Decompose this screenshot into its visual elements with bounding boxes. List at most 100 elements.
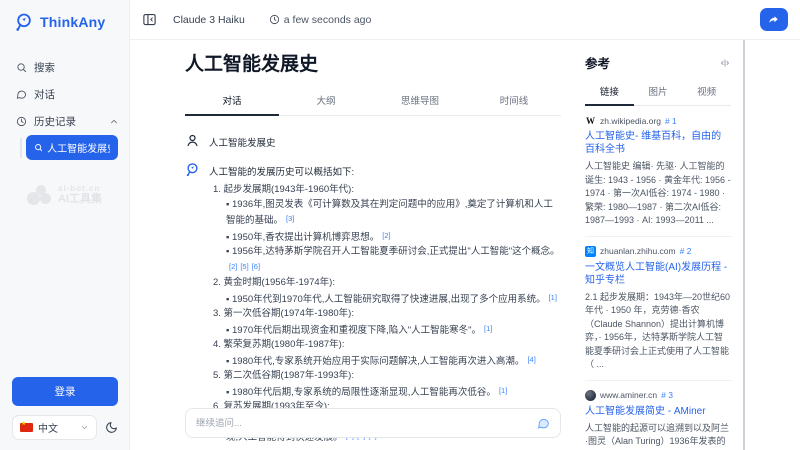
sidebar-item-label: 搜索	[34, 60, 55, 75]
sidebar-item-search[interactable]: 搜索	[0, 54, 129, 81]
user-message-text: 人工智能发展史	[209, 133, 276, 149]
phase-title: 2. 黄金时期(1956年-1974年):	[213, 276, 561, 291]
citation-link[interactable]: [1]	[484, 324, 492, 333]
reference-item[interactable]: 知 zhuanlan.zhihu.com # 2 一文概览人工智能(AI)发展历程 -…	[585, 237, 731, 381]
reference-item[interactable]: www.aminer.cn# 3 人工智能发展简史 - AMiner 人工智能的起源…	[585, 381, 731, 450]
citation-link[interactable]: [2]	[229, 262, 237, 271]
tab-chat[interactable]: 对话	[185, 88, 279, 116]
reference-source-row: 知 zhuanlan.zhihu.com # 2	[585, 246, 731, 257]
references-panel: 参考 链接 图片 视频 Wzh.wikipedia.org# 1人工智能史- 维…	[575, 40, 745, 450]
point-text: 1980年代后期,专家系统的局限性逐渐显现,人工智能再次低谷。	[232, 387, 496, 398]
sidebar-item-chat[interactable]: 对话	[0, 81, 129, 108]
phase-point: 1980年代,专家系统开始应用于实际问题解决,人工智能再次进入高潮。[4]	[226, 353, 561, 370]
watermark-logo-icon	[27, 185, 53, 205]
tab-outline[interactable]: 大纲	[279, 88, 373, 116]
search-icon	[16, 62, 27, 73]
watermark-name: AI工具集	[58, 193, 102, 206]
share-button[interactable]	[760, 8, 788, 31]
user-message-row: 人工智能发展史	[185, 133, 561, 149]
brand-name: ThinkAny	[40, 14, 105, 30]
history-entry-row: 人工智能发展史	[0, 135, 129, 160]
reference-rank: # 1	[665, 116, 677, 126]
reference-rank: # 2	[680, 246, 692, 256]
phase-title: 5. 第二次低谷期(1987年-1993年):	[213, 369, 561, 384]
citation-link[interactable]: [4]	[527, 355, 535, 364]
tab-videos[interactable]: 视频	[682, 81, 731, 106]
sidebar-nav: 搜索 对话 历史记录 人工智能发展史	[0, 54, 129, 160]
reference-snippet: 人工智能的起源可以追溯到以及阿兰·图灵（Alan Turing）1936年发表的…	[585, 422, 731, 450]
tab-timeline[interactable]: 时间线	[467, 88, 561, 116]
tab-links[interactable]: 链接	[585, 81, 634, 106]
zhihu-favicon: 知	[585, 246, 596, 257]
phase-title: 4. 繁荣复苏期(1980年-1987年):	[213, 338, 561, 353]
point-text: 1956年,达特茅斯学院召开人工智能夏季研讨会,正式提出"人工智能"这个概念。	[232, 246, 560, 257]
phase-point: 1950年代到1970年代,人工智能研究取得了快速进展,出现了多个应用系统。[1…	[226, 291, 561, 308]
citation-link[interactable]: [2]	[382, 231, 390, 240]
thinkany-logo-icon	[14, 12, 34, 32]
chat-column: 人工智能发展史 对话 大纲 思维导图 时间线 人工智能发展史 人工智能的发展历史…	[185, 40, 561, 450]
citation-link[interactable]: [1]	[549, 293, 557, 302]
watermark-domain: ai-bot.cn	[58, 184, 102, 193]
citation-link[interactable]: [1]	[499, 386, 507, 395]
phase-point: 1980年代后期,专家系统的局限性逐渐显现,人工智能再次低谷。[1]	[226, 384, 561, 401]
dark-mode-toggle[interactable]	[105, 421, 118, 434]
citation-link[interactable]: [5]	[240, 262, 248, 271]
sidebar: ThinkAny 搜索 对话 历史记录	[0, 0, 130, 450]
reference-source-row: Wzh.wikipedia.org# 1	[585, 115, 731, 126]
chevron-down-icon	[80, 423, 89, 432]
reference-snippet: 人工智能史 编辑· 先驱· 人工智能的诞生: 1943 - 1956 · 黄金年…	[585, 160, 731, 228]
phase-points: 1950年代到1970年代,人工智能研究取得了快速进展,出现了多个应用系统。[1…	[226, 291, 561, 308]
tree-indent-line	[20, 138, 22, 158]
phase-points: 1980年代,专家系统开始应用于实际问题解决,人工智能再次进入高潮。[4]	[226, 353, 561, 370]
followup-input[interactable]	[196, 418, 537, 429]
history-entry-active[interactable]: 人工智能发展史	[26, 135, 118, 160]
phase-point: 1956年,达特茅斯学院召开人工智能夏季研讨会,正式提出"人工智能"这个概念。 […	[226, 245, 561, 276]
point-text: 1970年代后期出现资金和重视度下降,陷入"人工智能寒冬"。	[232, 325, 481, 336]
chat-icon	[16, 89, 27, 100]
phase-point: 1950年,香农提出计算机博弈思想。[2]	[226, 229, 561, 246]
phase-item: 2. 黄金时期(1956年-1974年):1950年代到1970年代,人工智能研…	[213, 276, 561, 307]
answer-intro: 人工智能的发展历史可以概括如下:	[209, 162, 354, 178]
phase-title: 3. 第一次低谷期(1974年-1980年):	[213, 307, 561, 322]
history-entry-label: 人工智能发展史	[47, 140, 110, 155]
reference-source-row: www.aminer.cn# 3	[585, 390, 731, 401]
timestamp: a few seconds ago	[284, 14, 372, 26]
language-label: 中文	[38, 420, 58, 435]
point-text: 1980年代,专家系统开始应用于实际问题解决,人工智能再次进入高潮。	[232, 356, 524, 367]
tab-mindmap[interactable]: 思维导图	[373, 88, 467, 116]
collapse-sidebar-icon[interactable]	[142, 12, 157, 27]
phase-title: 1. 起步发展期(1943年-1960年代):	[213, 183, 561, 198]
language-select[interactable]: 中文	[12, 415, 97, 440]
thinkany-ai-avatar-icon	[185, 162, 201, 177]
resize-panel-icon[interactable]	[719, 57, 731, 69]
reference-domain: zhuanlan.zhihu.com	[600, 246, 676, 256]
reference-item[interactable]: Wzh.wikipedia.org# 1 人工智能史- 维基百科，自由的百科全书人…	[585, 106, 731, 237]
reference-title-link[interactable]: 人工智能发展简史 - AMiner	[585, 405, 731, 418]
followup-input-box	[185, 408, 561, 438]
reference-domain: www.aminer.cn	[600, 390, 657, 400]
reference-title-link[interactable]: 一文概览人工智能(AI)发展历程 - 知乎专栏	[585, 261, 731, 287]
topbar: Claude 3 Haiku a few seconds ago	[130, 0, 800, 40]
reference-title-link[interactable]: 人工智能史- 维基百科，自由的百科全书	[585, 130, 731, 156]
thinkany-logo[interactable]: ThinkAny	[0, 0, 129, 32]
wikipedia-favicon: W	[585, 115, 596, 126]
phase-points: 1936年,图灵发表《可计算数及其在判定问题中的应用》,奠定了计算机和人工智能的…	[226, 198, 561, 277]
aminer-favicon	[585, 390, 596, 401]
phase-item: 4. 繁荣复苏期(1980年-1987年):1980年代,专家系统开始应用于实际…	[213, 338, 561, 369]
user-avatar-icon	[185, 133, 201, 148]
send-icon[interactable]	[537, 417, 550, 430]
sidebar-footer: 登录 中文	[0, 377, 130, 440]
sidebar-item-history[interactable]: 历史记录	[0, 108, 129, 135]
tab-images[interactable]: 图片	[634, 81, 683, 106]
citation-link[interactable]: [3]	[286, 214, 294, 223]
search-icon	[34, 143, 42, 152]
chevron-up-icon[interactable]	[109, 117, 119, 127]
page-title: 人工智能发展史	[185, 40, 561, 76]
phase-point: 1936年,图灵发表《可计算数及其在判定问题中的应用》,奠定了计算机和人工智能的…	[226, 198, 561, 229]
clock-icon	[269, 14, 280, 25]
model-name: Claude 3 Haiku	[173, 14, 245, 26]
phase-points: 1980年代后期,专家系统的局限性逐渐显现,人工智能再次低谷。[1]	[226, 384, 561, 401]
ai-message-row: 人工智能的发展历史可以概括如下:	[185, 162, 561, 178]
login-button[interactable]: 登录	[12, 377, 118, 406]
citation-link[interactable]: [6]	[252, 262, 260, 271]
